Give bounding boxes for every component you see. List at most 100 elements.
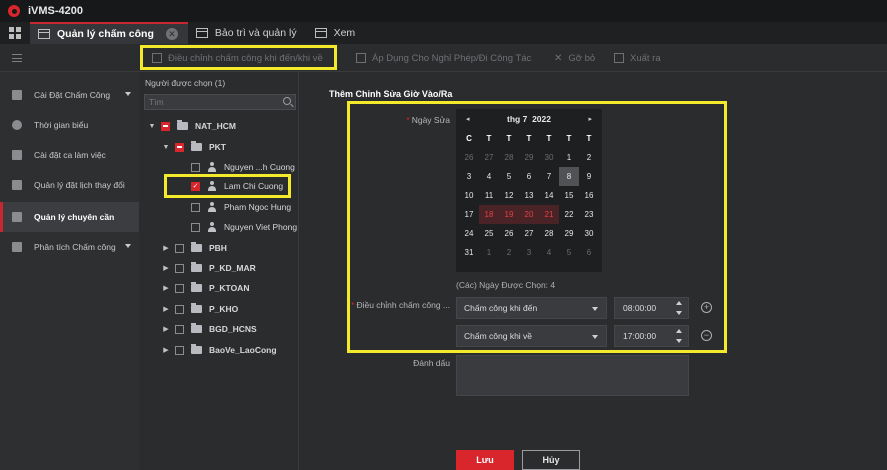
sidebar-item-label: Thời gian biểu — [34, 120, 89, 130]
checkbox[interactable] — [175, 324, 184, 334]
tree-node-label: P_KHO — [209, 304, 239, 314]
title-bar: iVMS-4200 — [0, 0, 887, 22]
tab-maintenance[interactable]: Bảo trì và quản lý — [188, 22, 307, 44]
mark-textarea[interactable] — [456, 355, 689, 396]
chevron-down-icon[interactable]: ▼ — [161, 144, 171, 151]
sidebar-item-attendance-management[interactable]: Quản lý chuyên cần — [0, 202, 139, 232]
tree-node-dept[interactable]: ▶ P_KD_MAR — [161, 260, 256, 276]
apply-leave-label: Áp Dụng Cho Nghỉ Phép/Đi Công Tác — [372, 52, 532, 64]
chevron-right-icon[interactable]: ▶ — [161, 325, 171, 333]
checkbox[interactable] — [191, 202, 200, 212]
tree-node-person[interactable]: Pham Ngoc Hung — [191, 199, 291, 215]
search-icon[interactable] — [283, 97, 291, 105]
tree-node-label: Pham Ngoc Hung — [224, 202, 292, 212]
folder-icon — [191, 282, 202, 292]
menu-icon[interactable] — [12, 54, 22, 62]
chevron-down-icon — [125, 244, 131, 248]
selected-persons-header: Người được chọn (1) — [145, 78, 226, 88]
tree-node-label: NAT_HCM — [195, 121, 236, 131]
folder-icon — [191, 344, 202, 354]
chevron-right-icon[interactable]: ▶ — [161, 346, 171, 354]
cancel-button[interactable]: Hủy — [522, 450, 580, 470]
folder-icon — [191, 262, 202, 272]
export-label: Xuất ra — [630, 52, 661, 64]
tree-node-label: BGD_HCNS — [209, 324, 257, 334]
sidebar-item-label: Phân tích Chấm công — [34, 242, 116, 252]
tree-node-org[interactable]: ▼ NAT_HCM — [147, 118, 236, 134]
attendance-icon — [12, 212, 22, 222]
tree-node-label: BaoVe_LaoCong — [209, 345, 277, 355]
highlight-box-form — [347, 101, 727, 353]
toolbar: Điều chỉnh chấm công khi đến/khi về Áp D… — [0, 44, 887, 72]
sidebar-item-attendance-analysis[interactable]: Phân tích Chấm công — [0, 232, 139, 262]
highlight-box-selected-person — [164, 174, 291, 198]
tree-node-label: P_KD_MAR — [209, 263, 256, 273]
tree-node-dept[interactable]: ▶ PBH — [161, 240, 227, 256]
monitor-icon — [314, 28, 327, 38]
search-input[interactable] — [144, 94, 296, 110]
tree-node-person[interactable]: Nguyen ...h Cuong — [191, 159, 295, 175]
remove-label: Gỡ bỏ — [568, 52, 596, 64]
save-button[interactable]: Lưu — [456, 450, 514, 470]
tree-node-label: PBH — [209, 243, 227, 253]
sidebar-item-attendance-settings[interactable]: Cài Đặt Chấm Công — [0, 80, 139, 110]
tree-node-dept[interactable]: ▶ BaoVe_LaoCong — [161, 342, 277, 358]
folder-icon — [177, 120, 188, 130]
highlight-box-toolbar — [140, 45, 337, 70]
tree-node-label: P_KTOAN — [209, 283, 250, 293]
calendar-icon — [38, 29, 50, 39]
app-window: iVMS-4200 Quản lý chấm công ✕ Bảo trì và… — [0, 0, 887, 470]
shift-icon — [12, 150, 22, 160]
app-logo-icon — [8, 5, 20, 17]
leave-icon — [356, 53, 366, 63]
chevron-right-icon[interactable]: ▶ — [161, 264, 171, 272]
sidebar-item-label: Quản lý chuyên cần — [34, 212, 115, 222]
person-icon — [207, 162, 217, 172]
remove-button[interactable]: ✕ Gỡ bỏ — [554, 51, 595, 65]
close-tab-icon[interactable]: ✕ — [165, 28, 178, 40]
sidebar-item-schedule-management[interactable]: Quản lý đặt lịch thay đổi — [0, 170, 139, 200]
checkbox-partial[interactable] — [175, 142, 184, 152]
checkbox[interactable] — [191, 222, 200, 232]
checkbox[interactable] — [175, 304, 184, 314]
chevron-right-icon[interactable]: ▶ — [161, 244, 171, 252]
person-icon — [207, 222, 217, 232]
module-grid-icon[interactable] — [0, 22, 30, 44]
checkbox[interactable] — [175, 243, 184, 253]
chevron-down-icon[interactable]: ▼ — [147, 123, 157, 130]
tree-node-dept[interactable]: ▼ PKT — [161, 139, 226, 155]
chevron-right-icon[interactable]: ▶ — [161, 284, 171, 292]
checkbox[interactable] — [175, 283, 184, 293]
tree-node-dept[interactable]: ▶ P_KHO — [161, 301, 238, 317]
folder-icon — [191, 303, 202, 313]
tab-attendance[interactable]: Quản lý chấm công ✕ — [30, 22, 188, 44]
tree-node-dept[interactable]: ▶ P_KTOAN — [161, 280, 249, 296]
schedule-icon — [12, 180, 22, 190]
tab-bar: Quản lý chấm công ✕ Bảo trì và quản lý X… — [0, 22, 887, 44]
tab-view[interactable]: Xem — [307, 22, 366, 44]
folder-icon — [191, 242, 202, 252]
apply-leave-button[interactable]: Áp Dụng Cho Nghỉ Phép/Đi Công Tác — [356, 51, 531, 65]
checkbox-partial[interactable] — [161, 121, 170, 131]
tree-node-label: PKT — [209, 142, 226, 152]
export-button[interactable]: Xuất ra — [614, 51, 661, 65]
checkbox[interactable] — [191, 162, 200, 172]
checkbox[interactable] — [175, 345, 184, 355]
tree-node-person[interactable]: Nguyen Viet Phong — [191, 219, 297, 235]
sidebar-item-shift-settings[interactable]: Cài đặt ca làm việc — [0, 140, 139, 170]
sidebar-item-label: Cài đặt ca làm việc — [34, 150, 106, 160]
sidebar-item-timetable[interactable]: Thời gian biểu — [0, 110, 139, 140]
person-icon — [207, 202, 217, 212]
app-title: iVMS-4200 — [28, 5, 84, 17]
chevron-down-icon — [125, 92, 131, 96]
export-icon — [614, 53, 624, 63]
tree-node-dept[interactable]: ▶ BGD_HCNS — [161, 321, 257, 337]
maintenance-icon — [195, 28, 208, 38]
folder-icon — [191, 141, 202, 151]
tab-label: Bảo trì và quản lý — [214, 27, 297, 39]
folder-icon — [191, 323, 202, 333]
settings-icon — [12, 90, 22, 100]
tab-label: Xem — [333, 27, 356, 39]
checkbox[interactable] — [175, 263, 184, 273]
chevron-right-icon[interactable]: ▶ — [161, 305, 171, 313]
